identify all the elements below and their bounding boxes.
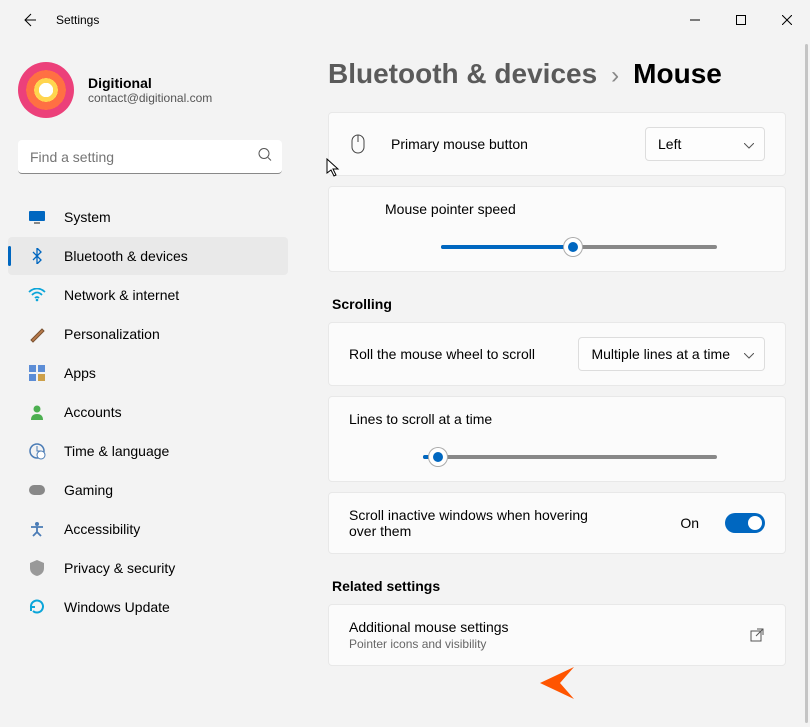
wheel-scroll-card: Roll the mouse wheel to scroll Multiple … <box>328 322 786 386</box>
mouse-icon <box>349 135 367 153</box>
nav-accounts[interactable]: Accounts <box>8 393 288 431</box>
brush-icon <box>28 325 46 343</box>
avatar <box>18 62 74 118</box>
nav-network[interactable]: Network & internet <box>8 276 288 314</box>
breadcrumb-parent[interactable]: Bluetooth & devices <box>328 58 597 90</box>
nav-windows-update[interactable]: Windows Update <box>8 588 288 626</box>
primary-button-dropdown[interactable]: Left <box>645 127 765 161</box>
nav-time-language[interactable]: Time & language <box>8 432 288 470</box>
wheel-scroll-label: Roll the mouse wheel to scroll <box>349 346 535 362</box>
accessibility-icon <box>28 520 46 538</box>
wheel-scroll-dropdown[interactable]: Multiple lines at a time <box>578 337 765 371</box>
nav-label: Privacy & security <box>64 560 175 576</box>
nav-apps[interactable]: Apps <box>8 354 288 392</box>
dropdown-value: Left <box>658 136 681 152</box>
scroll-inactive-label: Scroll inactive windows when hovering ov… <box>349 507 609 539</box>
bluetooth-icon <box>28 247 46 265</box>
pointer-speed-label: Mouse pointer speed <box>385 201 765 217</box>
scroll-inactive-toggle[interactable] <box>725 513 765 533</box>
nav-system[interactable]: System <box>8 198 288 236</box>
profile-block[interactable]: Digitional contact@digitional.com <box>0 50 300 140</box>
nav-privacy-security[interactable]: Privacy & security <box>8 549 288 587</box>
additional-mouse-settings-card[interactable]: Additional mouse settings Pointer icons … <box>328 604 786 666</box>
nav-label: System <box>64 209 111 225</box>
slider-thumb[interactable] <box>429 448 447 466</box>
nav-label: Gaming <box>64 482 113 498</box>
scrollbar[interactable] <box>805 44 808 723</box>
nav-label: Bluetooth & devices <box>64 248 188 264</box>
scrolling-heading: Scrolling <box>332 296 786 312</box>
nav-label: Personalization <box>64 326 160 342</box>
nav-gaming[interactable]: Gaming <box>8 471 288 509</box>
additional-settings-title: Additional mouse settings <box>349 619 509 635</box>
additional-settings-subtitle: Pointer icons and visibility <box>349 637 509 651</box>
primary-button-card: Primary mouse button Left <box>328 112 786 176</box>
pointer-speed-card: Mouse pointer speed <box>328 186 786 272</box>
nav-label: Accessibility <box>64 521 140 537</box>
lines-to-scroll-slider[interactable] <box>423 455 717 459</box>
nav-label: Apps <box>64 365 96 381</box>
nav-label: Time & language <box>64 443 169 459</box>
page-title: Mouse <box>633 58 722 90</box>
clock-globe-icon <box>28 442 46 460</box>
nav-accessibility[interactable]: Accessibility <box>8 510 288 548</box>
open-external-icon <box>749 627 765 643</box>
chevron-down-icon <box>744 136 754 152</box>
chevron-down-icon <box>744 346 754 362</box>
scroll-inactive-card: Scroll inactive windows when hovering ov… <box>328 492 786 554</box>
dropdown-value: Multiple lines at a time <box>591 346 730 362</box>
gamepad-icon <box>28 481 46 499</box>
profile-email: contact@digitional.com <box>88 91 212 105</box>
search-input[interactable] <box>18 140 282 174</box>
lines-to-scroll-card: Lines to scroll at a time <box>328 396 786 482</box>
person-icon <box>28 403 46 421</box>
content-area: Bluetooth & devices › Mouse Primary mous… <box>300 40 810 727</box>
chevron-right-icon: › <box>611 62 619 90</box>
toggle-state-label: On <box>680 515 699 531</box>
shield-icon <box>28 559 46 577</box>
wifi-icon <box>28 286 46 304</box>
close-button[interactable] <box>764 4 810 36</box>
sidebar: Digitional contact@digitional.com System… <box>0 40 300 727</box>
nav-label: Accounts <box>64 404 122 420</box>
profile-name: Digitional <box>88 75 212 91</box>
breadcrumb: Bluetooth & devices › Mouse <box>328 58 786 90</box>
back-button[interactable] <box>14 5 44 35</box>
lines-to-scroll-label: Lines to scroll at a time <box>349 411 765 427</box>
minimize-button[interactable] <box>672 4 718 36</box>
related-heading: Related settings <box>332 578 786 594</box>
nav-list: System Bluetooth & devices Network & int… <box>0 198 300 626</box>
slider-thumb[interactable] <box>564 238 582 256</box>
window-title: Settings <box>56 13 99 27</box>
nav-bluetooth-devices[interactable]: Bluetooth & devices <box>8 237 288 275</box>
update-icon <box>28 598 46 616</box>
display-icon <box>28 208 46 226</box>
nav-personalization[interactable]: Personalization <box>8 315 288 353</box>
search-icon <box>258 148 272 167</box>
pointer-speed-slider[interactable] <box>441 245 717 249</box>
primary-button-label: Primary mouse button <box>391 136 528 152</box>
nav-label: Network & internet <box>64 287 179 303</box>
search-box[interactable] <box>18 140 282 174</box>
nav-label: Windows Update <box>64 599 170 615</box>
maximize-button[interactable] <box>718 4 764 36</box>
apps-icon <box>28 364 46 382</box>
